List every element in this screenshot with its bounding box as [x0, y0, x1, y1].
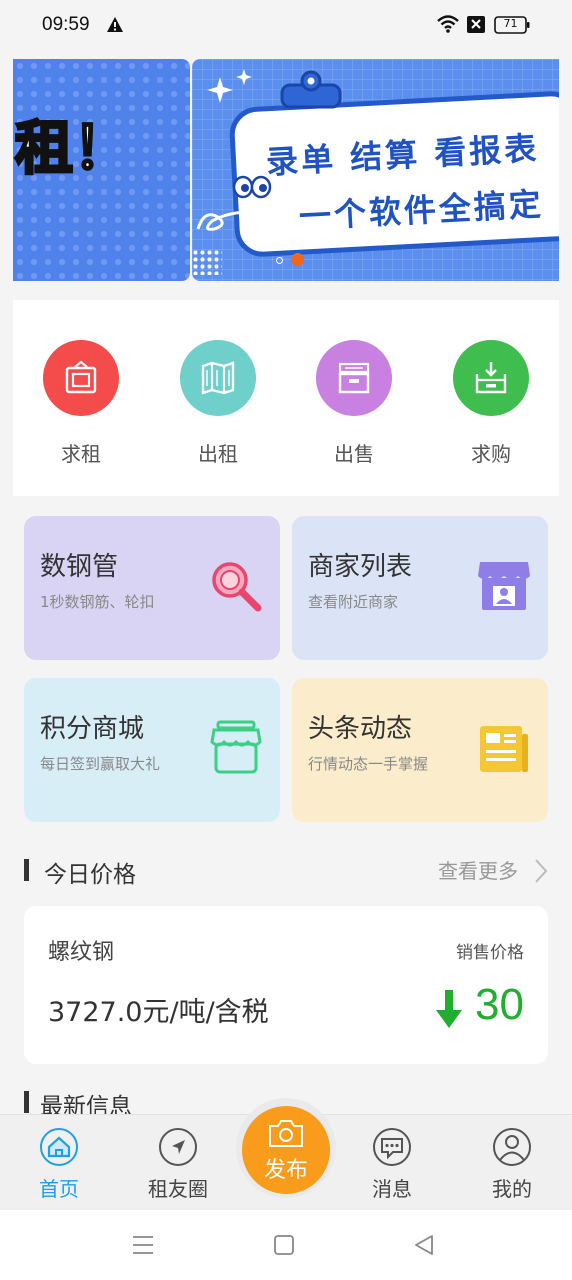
banner-indicator-1[interactable] — [276, 257, 283, 264]
section-marker — [24, 859, 29, 881]
wifi-icon — [437, 15, 459, 33]
eyes-icon — [232, 175, 272, 199]
nav-label: 首页 — [39, 1177, 79, 1201]
camera-icon — [269, 1120, 303, 1147]
banner-slide-current[interactable]: 录单 结算 看报表 一个软件全搞定 — [192, 59, 559, 281]
compass-icon — [159, 1128, 197, 1166]
quick-action-label: 出售 — [334, 442, 374, 466]
status-time: 09:59 — [42, 14, 90, 35]
nav-messages[interactable]: 消息 — [347, 1127, 437, 1202]
nav-circle[interactable]: 租友圈 — [133, 1127, 223, 1202]
map-icon — [180, 340, 256, 416]
quick-action-label: 求租 — [61, 442, 101, 466]
archive-box-icon — [316, 340, 392, 416]
price-card[interactable]: 螺纹钢 销售价格 3727.0元/吨/含税 30 — [24, 906, 548, 1064]
back-icon[interactable] — [413, 1234, 435, 1256]
nav-home[interactable]: 首页 — [14, 1127, 104, 1202]
quick-action-rent-seek[interactable]: 求租 — [31, 340, 131, 470]
quick-action-buy[interactable]: 求购 — [441, 340, 541, 470]
battery-level: 71 — [503, 17, 518, 30]
clipboard-clip-icon — [280, 70, 342, 109]
store-icon — [478, 562, 530, 610]
quick-action-rent-out[interactable]: 出租 — [168, 340, 268, 470]
home-icon — [40, 1128, 78, 1166]
view-more-link[interactable]: 查看更多 — [438, 855, 518, 884]
banner-dot-pattern — [192, 249, 222, 275]
profile-icon — [493, 1128, 531, 1166]
magnifier-icon — [212, 562, 262, 612]
price-value: 3727.0元/吨/含税 — [48, 997, 269, 1028]
publish-button[interactable]: 发布 — [242, 1106, 330, 1194]
feature-subtitle: 每日签到赢取大礼 — [40, 755, 161, 773]
feature-title: 积分商城 — [40, 714, 145, 744]
quick-action-label: 求购 — [471, 442, 511, 466]
banner-headline: 录单 结算 看报表 — [265, 129, 541, 182]
chevron-right-icon[interactable] — [534, 858, 548, 884]
warning-icon — [107, 17, 123, 32]
section-title: 今日价格 — [44, 862, 136, 888]
price-item-name: 螺纹钢 — [48, 940, 115, 965]
feature-subtitle: 查看附近商家 — [308, 593, 399, 611]
newspaper-icon — [480, 726, 528, 772]
feature-card-merchant-list[interactable]: 商家列表 查看附近商家 — [292, 516, 548, 660]
home-square-icon[interactable] — [273, 1234, 295, 1256]
banner-subheadline: 一个软件全搞定 — [298, 184, 545, 236]
feature-title: 商家列表 — [308, 552, 413, 582]
feature-subtitle: 1秒数钢筋、轮扣 — [40, 593, 155, 611]
status-bar: 09:59 71 — [0, 0, 572, 52]
feature-card-count-pipes[interactable]: 数钢管 1秒数钢筋、轮扣 — [24, 516, 280, 660]
no-sim-icon — [467, 16, 485, 33]
feature-card-points-mall[interactable]: 积分商城 每日签到赢取大礼 — [24, 678, 280, 822]
feature-title: 数钢管 — [40, 552, 119, 582]
feature-title: 头条动态 — [308, 714, 413, 744]
nav-label: 消息 — [372, 1177, 412, 1201]
nav-profile[interactable]: 我的 — [467, 1127, 557, 1202]
quick-action-label: 出租 — [198, 442, 238, 466]
banner-slide-previous[interactable]: 租！ — [13, 59, 190, 281]
battery-icon: 71 — [494, 16, 530, 34]
shop-icon — [210, 720, 262, 774]
arrow-down-icon — [436, 990, 462, 1028]
download-box-icon — [453, 340, 529, 416]
quick-action-sell[interactable]: 出售 — [304, 340, 404, 470]
banner-indicator-2-active[interactable] — [291, 253, 304, 266]
message-icon — [373, 1128, 411, 1166]
sparkle-icon — [207, 69, 252, 103]
publish-label: 发布 — [263, 1158, 308, 1183]
quick-actions: 求租 出租 出售 求购 — [13, 300, 559, 496]
nav-label: 租友圈 — [148, 1177, 208, 1201]
price-label: 销售价格 — [456, 943, 524, 963]
feature-subtitle: 行情动态一手掌握 — [308, 755, 429, 773]
system-nav-bar — [0, 1210, 572, 1280]
promo-banner[interactable]: 租！ 录单 结算 看报表 一个软件全搞定 — [13, 59, 559, 281]
banner-card: 录单 结算 看报表 一个软件全搞定 — [228, 89, 559, 259]
frame-icon — [43, 340, 119, 416]
price-change: 30 — [475, 980, 524, 1029]
curly-arrow-icon — [196, 205, 269, 231]
nav-label: 我的 — [492, 1177, 532, 1201]
banner-left-text: 租！ — [13, 113, 132, 184]
menu-icon[interactable] — [132, 1234, 154, 1256]
feature-card-headlines[interactable]: 头条动态 行情动态一手掌握 — [292, 678, 548, 822]
section-marker — [24, 1091, 29, 1113]
